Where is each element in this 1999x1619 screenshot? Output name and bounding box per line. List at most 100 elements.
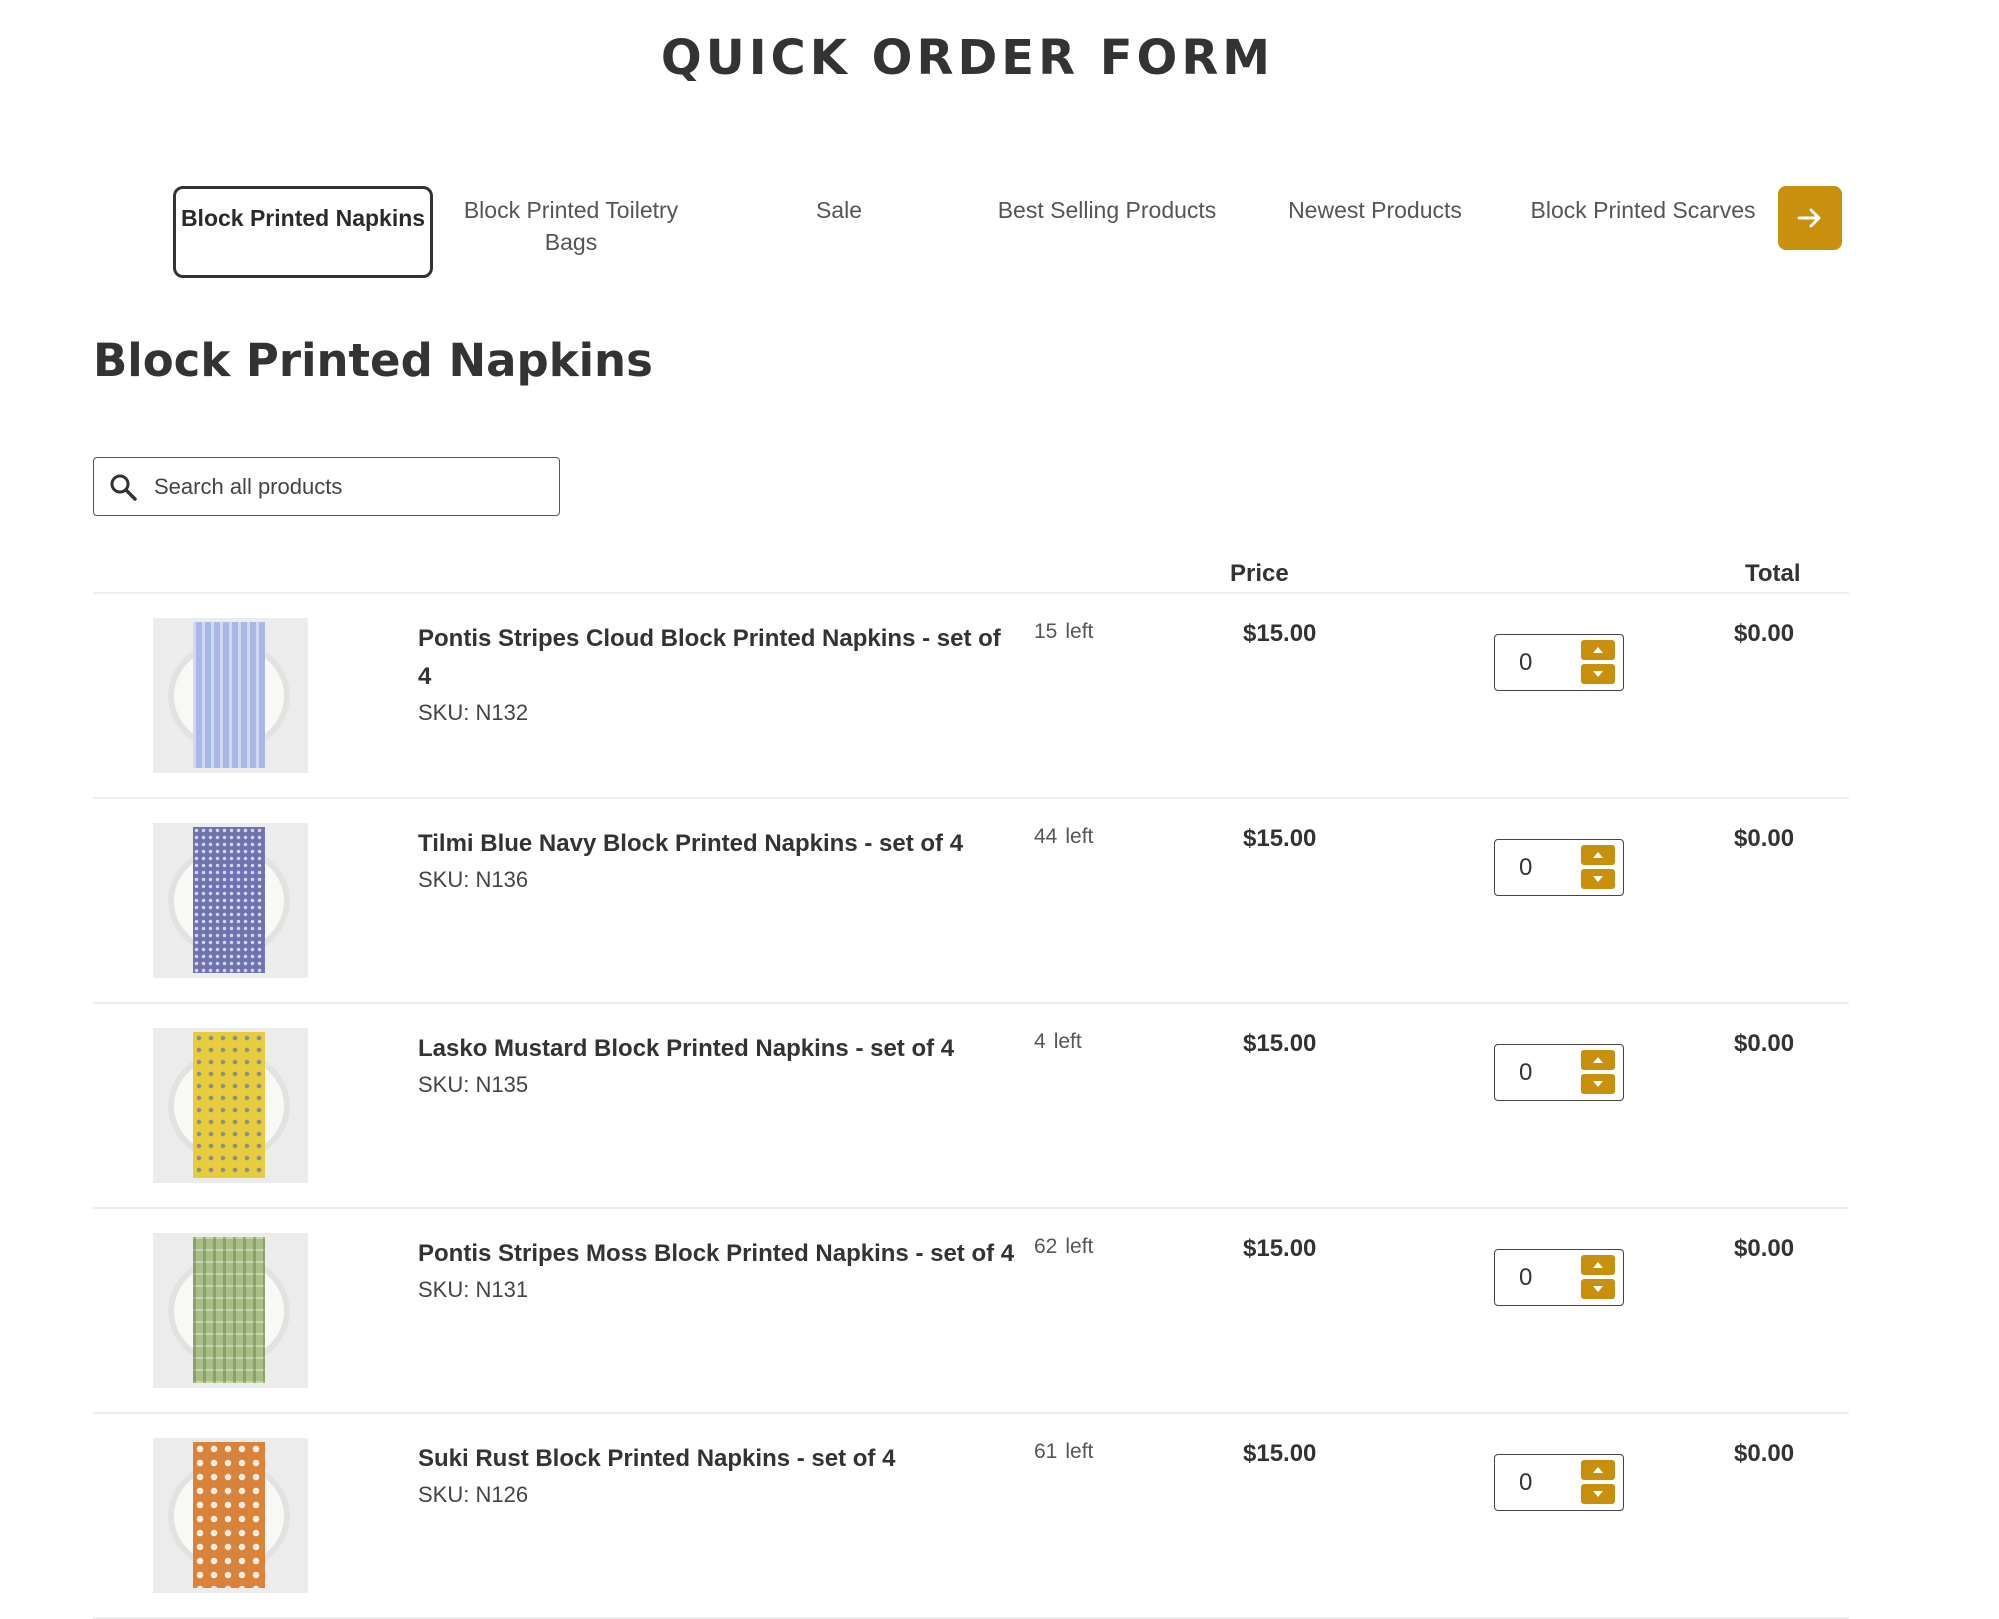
product-price: $15.00 [1243, 825, 1317, 852]
stock-status: 62 left [1034, 1235, 1093, 1259]
stock-label: left [1053, 1030, 1082, 1053]
stock-label: left [1065, 1440, 1094, 1463]
quantity-stepper[interactable]: 0 [1494, 1249, 1624, 1306]
product-name-link[interactable]: Tilmi Blue Navy Block Printed Napkins - … [418, 830, 963, 857]
stock-status: 44 left [1034, 825, 1093, 849]
caret-up-icon [1593, 647, 1603, 653]
quantity-increase-button[interactable] [1581, 1460, 1615, 1480]
stock-label: left [1065, 1235, 1094, 1258]
napkin-swatch [193, 622, 265, 768]
quantity-decrease-button[interactable] [1581, 1279, 1615, 1299]
quantity-stepper[interactable]: 0 [1494, 634, 1624, 691]
product-image[interactable] [153, 1438, 308, 1593]
product-title-block: Pontis Stripes Moss Block Printed Napkin… [418, 1235, 1018, 1307]
product-sku: SKU: N135 [418, 1072, 529, 1097]
quantity-value[interactable]: 0 [1519, 1264, 1532, 1292]
quantity-stepper[interactable]: 0 [1494, 1044, 1624, 1101]
tab-best-selling-products[interactable]: Best Selling Products [977, 186, 1237, 278]
product-title-block: Lasko Mustard Block Printed Napkins - se… [418, 1030, 1018, 1102]
product-row: Pontis Stripes Cloud Block Printed Napki… [93, 594, 1849, 799]
quantity-value[interactable]: 0 [1519, 649, 1532, 677]
total-column-header: Total [1745, 560, 1801, 587]
quantity-value[interactable]: 0 [1519, 854, 1532, 882]
caret-down-icon [1593, 876, 1603, 882]
product-price: $15.00 [1243, 620, 1317, 647]
product-row: Pontis Stripes Moss Block Printed Napkin… [93, 1209, 1849, 1414]
napkin-swatch [193, 1032, 265, 1178]
arrow-right-icon [1797, 208, 1821, 228]
product-row: Lasko Mustard Block Printed Napkins - se… [93, 1004, 1849, 1209]
quantity-increase-button[interactable] [1581, 1255, 1615, 1275]
napkin-swatch [193, 1442, 265, 1588]
caret-down-icon [1593, 1081, 1603, 1087]
product-image[interactable] [153, 618, 308, 773]
product-name-link[interactable]: Pontis Stripes Cloud Block Printed Napki… [418, 625, 1001, 690]
tabs-next-button[interactable] [1778, 186, 1842, 250]
napkin-swatch [193, 827, 265, 973]
product-title-block: Suki Rust Block Printed Napkins - set of… [418, 1440, 1018, 1512]
product-image[interactable] [153, 823, 308, 978]
collection-tabs: Block Printed Napkins Block Printed Toil… [173, 186, 1846, 278]
quantity-increase-button[interactable] [1581, 1050, 1615, 1070]
line-total: $0.00 [1734, 1235, 1795, 1262]
product-row: Suki Rust Block Printed Napkins - set of… [93, 1414, 1849, 1619]
stock-status: 61 left [1034, 1440, 1093, 1464]
line-total: $0.00 [1734, 825, 1795, 852]
product-image[interactable] [153, 1233, 308, 1388]
caret-down-icon [1593, 1286, 1603, 1292]
product-price: $15.00 [1243, 1030, 1317, 1057]
quantity-decrease-button[interactable] [1581, 1074, 1615, 1094]
line-total: $0.00 [1734, 1440, 1795, 1467]
tab-block-printed-scarves[interactable]: Block Printed Scarves [1513, 186, 1773, 278]
line-total: $0.00 [1734, 1030, 1795, 1057]
product-price: $15.00 [1243, 1235, 1317, 1262]
product-row: Tilmi Blue Navy Block Printed Napkins - … [93, 799, 1849, 1004]
search-box [93, 457, 560, 516]
product-sku: SKU: N131 [418, 1277, 529, 1302]
price-column-header: Price [1230, 560, 1289, 587]
product-price: $15.00 [1243, 1440, 1317, 1467]
caret-up-icon [1593, 852, 1603, 858]
product-image[interactable] [153, 1028, 308, 1183]
product-name-link[interactable]: Pontis Stripes Moss Block Printed Napkin… [418, 1240, 1014, 1267]
quantity-decrease-button[interactable] [1581, 664, 1615, 684]
quantity-decrease-button[interactable] [1581, 869, 1615, 889]
collection-title: Block Printed Napkins [93, 334, 653, 387]
stock-count: 4 [1034, 1030, 1046, 1053]
stock-label: left [1065, 620, 1094, 643]
tab-block-printed-toiletry-bags[interactable]: Block Printed Toiletry Bags [441, 186, 701, 278]
quantity-increase-button[interactable] [1581, 845, 1615, 865]
search-icon [110, 474, 137, 501]
quantity-decrease-button[interactable] [1581, 1484, 1615, 1504]
product-list: Pontis Stripes Cloud Block Printed Napki… [93, 594, 1849, 1619]
search-input[interactable] [152, 472, 536, 501]
stock-count: 62 [1034, 1235, 1058, 1258]
stock-count: 61 [1034, 1440, 1058, 1463]
quantity-stepper[interactable]: 0 [1494, 1454, 1624, 1511]
caret-down-icon [1593, 1491, 1603, 1497]
stock-label: left [1065, 825, 1094, 848]
page-title: QUICK ORDER FORM [660, 30, 1275, 86]
product-title-block: Tilmi Blue Navy Block Printed Napkins - … [418, 825, 1018, 897]
product-name-link[interactable]: Lasko Mustard Block Printed Napkins - se… [418, 1035, 954, 1062]
stock-count: 44 [1034, 825, 1058, 848]
product-title-block: Pontis Stripes Cloud Block Printed Napki… [418, 620, 1018, 730]
quantity-stepper[interactable]: 0 [1494, 839, 1624, 896]
quantity-value[interactable]: 0 [1519, 1469, 1532, 1497]
tab-newest-products[interactable]: Newest Products [1245, 186, 1505, 278]
tab-block-printed-napkins[interactable]: Block Printed Napkins [173, 186, 433, 278]
caret-up-icon [1593, 1262, 1603, 1268]
stock-count: 15 [1034, 620, 1058, 643]
quantity-value[interactable]: 0 [1519, 1059, 1532, 1087]
tab-sale[interactable]: Sale [709, 186, 969, 278]
caret-up-icon [1593, 1467, 1603, 1473]
caret-up-icon [1593, 1057, 1603, 1063]
napkin-swatch [193, 1237, 265, 1383]
stock-status: 15 left [1034, 620, 1093, 644]
product-sku: SKU: N136 [418, 867, 529, 892]
caret-down-icon [1593, 671, 1603, 677]
product-sku: SKU: N126 [418, 1482, 529, 1507]
product-name-link[interactable]: Suki Rust Block Printed Napkins - set of… [418, 1445, 895, 1472]
stock-status: 4 left [1034, 1030, 1082, 1054]
quantity-increase-button[interactable] [1581, 640, 1615, 660]
